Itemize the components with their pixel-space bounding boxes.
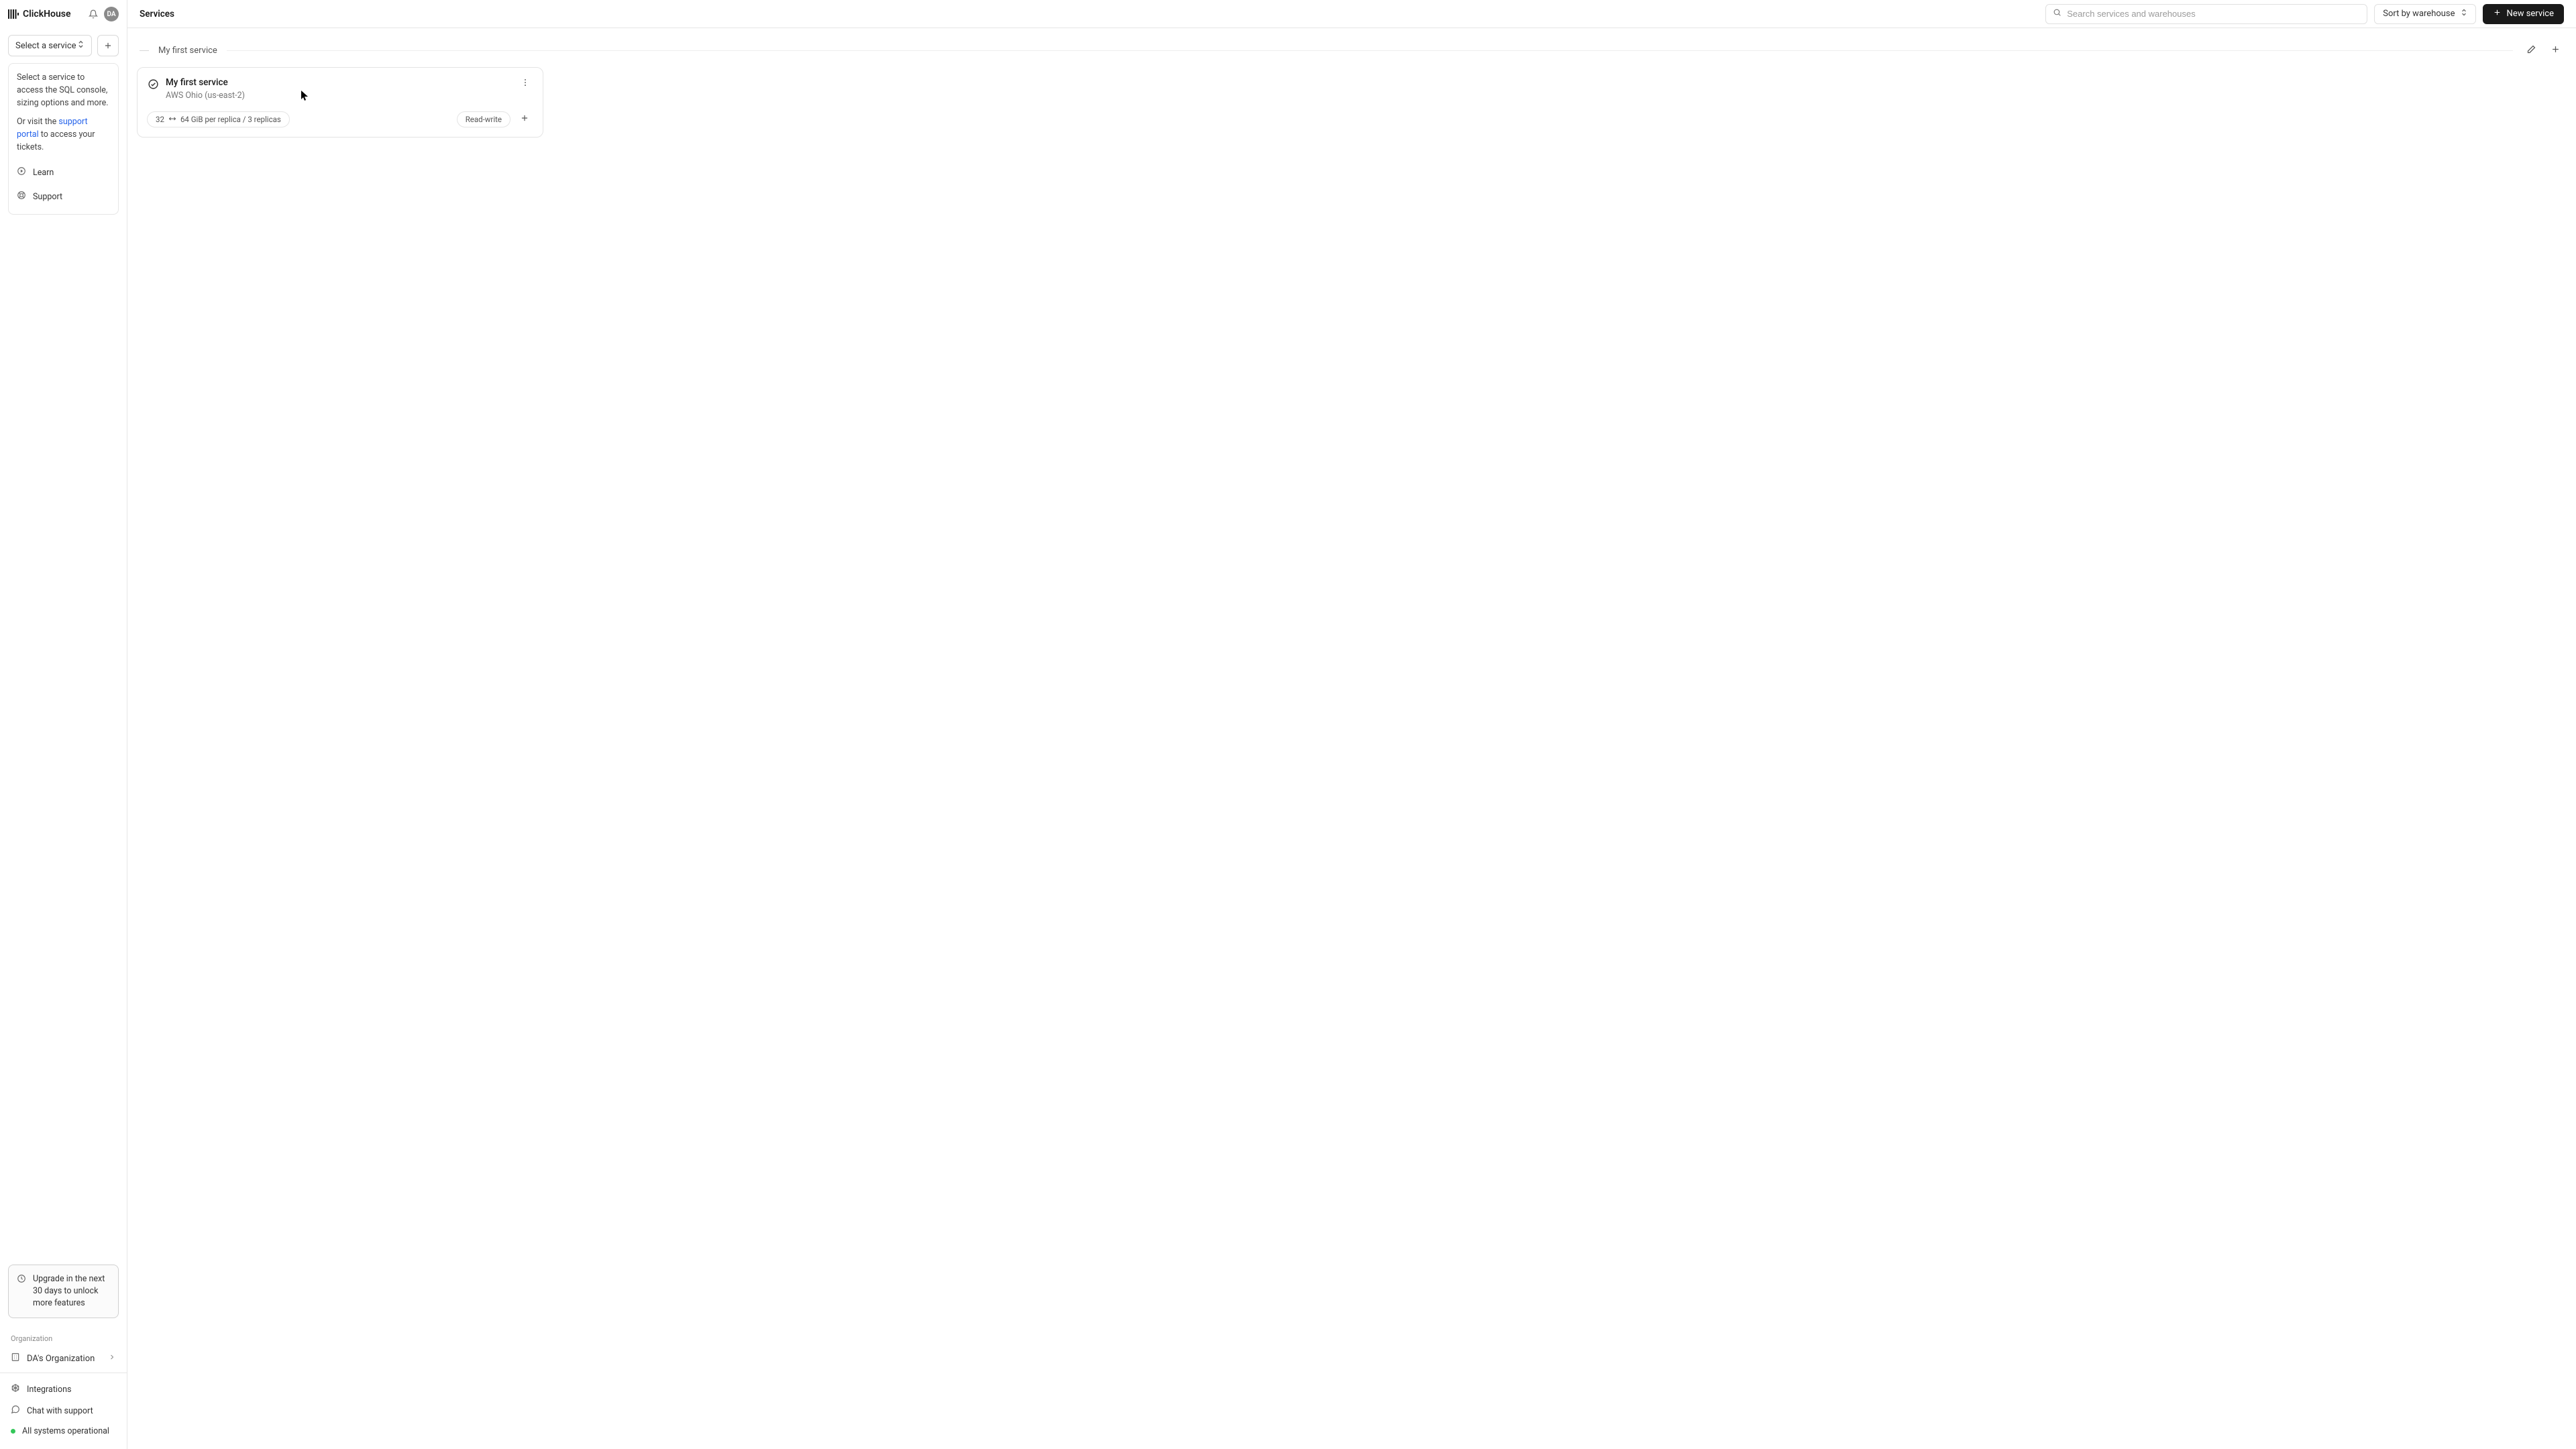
- chat-label: Chat with support: [27, 1406, 93, 1416]
- chevron-right-icon: [108, 1353, 116, 1364]
- readwrite-pill: Read-write: [457, 111, 511, 127]
- chat-icon: [11, 1405, 20, 1417]
- service-selector-label: Select a service: [15, 41, 76, 51]
- info-text-1: Select a service to access the SQL conso…: [17, 72, 110, 109]
- organization-row[interactable]: DA's Organization: [8, 1347, 119, 1370]
- edit-group-button[interactable]: [2522, 42, 2540, 59]
- building-icon: [11, 1352, 20, 1364]
- search-icon: [2053, 8, 2061, 19]
- service-selector[interactable]: Select a service: [8, 35, 92, 56]
- org-name: DA's Organization: [27, 1354, 95, 1364]
- add-replica-button[interactable]: [517, 112, 532, 127]
- upgrade-banner[interactable]: Upgrade in the next 30 days to unlock mo…: [8, 1265, 119, 1318]
- learn-link[interactable]: Learn: [17, 161, 110, 186]
- kebab-icon: [521, 78, 530, 90]
- clock-icon: [17, 1273, 26, 1309]
- page-title: Services: [140, 9, 174, 19]
- upgrade-text: Upgrade in the next 30 days to unlock mo…: [33, 1273, 110, 1309]
- play-circle-icon: [17, 166, 26, 180]
- lifebuoy-icon: [17, 191, 26, 205]
- brand-logo[interactable]: ClickHouse: [8, 9, 81, 19]
- user-avatar[interactable]: DA: [104, 7, 119, 21]
- service-region: AWS Ohio (us-east-2): [166, 91, 512, 101]
- pencil-icon: [2526, 44, 2536, 57]
- learn-label: Learn: [33, 167, 54, 180]
- search-input[interactable]: [2067, 9, 2360, 19]
- sidebar-header: ClickHouse DA: [0, 0, 127, 28]
- support-link[interactable]: Support: [17, 185, 110, 210]
- notifications-icon[interactable]: [87, 7, 100, 21]
- chevron-up-down-icon: [77, 40, 85, 52]
- status-dot-icon: [11, 1429, 15, 1434]
- info-text-2: Or visit the support portal to access yo…: [17, 116, 110, 154]
- integrations-icon: [11, 1383, 20, 1395]
- chat-support-link[interactable]: Chat with support: [8, 1400, 119, 1421]
- new-service-label: New service: [2507, 9, 2554, 19]
- status-label: All systems operational: [22, 1426, 109, 1436]
- integrations-label: Integrations: [27, 1385, 71, 1395]
- sort-dropdown[interactable]: Sort by warehouse: [2374, 4, 2475, 24]
- search-field[interactable]: [2045, 4, 2367, 24]
- clickhouse-logo-icon: [8, 9, 19, 19]
- service-group-header: My first service: [137, 42, 2567, 67]
- service-name: My first service: [166, 77, 512, 88]
- topbar: Services Sort by warehouse New service: [127, 0, 2576, 28]
- divider-line: [227, 50, 2513, 51]
- chevron-up-down-icon: [2461, 8, 2467, 19]
- spec-pill: 32 64 GiB per replica / 3 replicas: [147, 111, 290, 127]
- plus-icon: [2493, 8, 2502, 19]
- integrations-link[interactable]: Integrations: [8, 1379, 119, 1400]
- service-menu-button[interactable]: [519, 77, 532, 91]
- support-label: Support: [33, 191, 62, 204]
- org-section-label: Organization: [8, 1330, 119, 1347]
- status-ok-icon: [147, 78, 159, 90]
- content-area: My first service: [127, 28, 2576, 1449]
- info-card: Select a service to access the SQL conso…: [8, 63, 119, 215]
- system-status-link[interactable]: All systems operational: [8, 1421, 119, 1441]
- divider-line: [140, 50, 149, 51]
- plus-icon: [2551, 44, 2561, 57]
- service-card[interactable]: My first service AWS Ohio (us-east-2) 32: [137, 67, 543, 138]
- arrows-horizontal-icon: [168, 115, 176, 124]
- add-to-group-button[interactable]: [2546, 42, 2564, 59]
- group-title: My first service: [158, 46, 217, 56]
- plus-icon: [520, 113, 529, 125]
- add-service-button[interactable]: [97, 35, 119, 56]
- new-service-button[interactable]: New service: [2483, 4, 2564, 24]
- brand-name: ClickHouse: [23, 9, 71, 19]
- sidebar: ClickHouse DA Select a service Select a: [0, 0, 127, 1449]
- sort-label: Sort by warehouse: [2383, 9, 2455, 19]
